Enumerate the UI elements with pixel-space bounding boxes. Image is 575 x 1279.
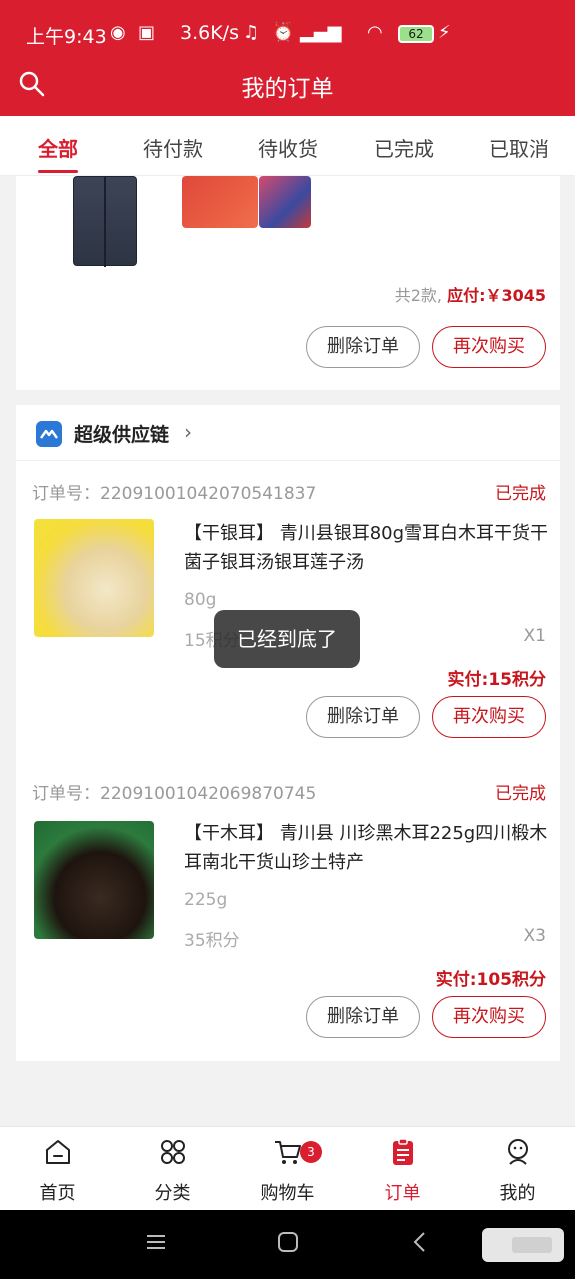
app-header: 上午9:43 ◉ ▣ 3.6K/s ♫ ⏰ ▂▄▆ ◠ 62 ⚡ 我的订单 [0, 0, 575, 116]
back-icon[interactable] [408, 1230, 432, 1254]
tab-all[interactable]: 全部 [38, 133, 78, 162]
shop-header[interactable]: 超级供应链 › [16, 405, 560, 461]
page-title: 我的订单 [241, 76, 334, 102]
order-number: 订单号：22091001042069870745 [32, 784, 317, 804]
signal-icon: ▂▄▆ [300, 22, 342, 43]
tab-pending-payment[interactable]: 待付款 [143, 133, 203, 162]
charging-icon: ⚡ [438, 22, 451, 43]
end-of-list-toast: 已经到底了 [214, 610, 360, 668]
nav-label: 购物车 [260, 1183, 315, 1204]
nav-label: 分类 [154, 1183, 191, 1204]
profile-icon [508, 1139, 528, 1165]
status-time: 上午9:43 [26, 26, 107, 48]
nav-label: 首页 [39, 1183, 76, 1204]
order-summary: 共2款, 应付:￥3045 [395, 282, 546, 306]
product-image-gift-set[interactable] [259, 176, 311, 228]
status-bar: 上午9:43 ◉ ▣ 3.6K/s ♫ ⏰ ▂▄▆ ◠ 62 ⚡ [0, 0, 575, 64]
active-tab-indicator [38, 170, 78, 173]
nav-label: 我的 [499, 1183, 536, 1204]
product-quantity: X1 [523, 626, 546, 646]
shop-logo-icon [36, 421, 62, 447]
product-quantity: X3 [523, 926, 546, 946]
cart-badge: 3 [300, 1141, 322, 1163]
order-status: 已完成 [495, 484, 546, 504]
order-icon [393, 1138, 413, 1165]
shop-name: 超级供应链 [74, 424, 170, 446]
battery-indicator: 62 [398, 25, 434, 43]
order-card: 共2款, 应付:￥3045 删除订单 再次购买 [16, 176, 560, 390]
rebuy-button[interactable]: 再次购买 [432, 996, 546, 1038]
product-spec: 80g [184, 590, 217, 610]
paid-amount: 实付:105积分 [435, 970, 546, 990]
menu-icon[interactable] [144, 1230, 168, 1254]
bottom-navigation: 首页 分类 3 购物车 订单 我的 [0, 1126, 575, 1210]
product-image-black-fungus[interactable] [34, 821, 154, 939]
chevron-right-icon: › [184, 420, 192, 444]
product-image-gift-box[interactable] [182, 176, 258, 228]
product-image-tremella[interactable] [34, 519, 154, 637]
nav-home[interactable]: 首页 [0, 1127, 115, 1211]
nav-label: 订单 [384, 1183, 421, 1204]
nav-orders[interactable]: 订单 [345, 1127, 460, 1211]
tab-completed[interactable]: 已完成 [374, 133, 434, 162]
nav-category[interactable]: 分类 [115, 1127, 230, 1211]
app-notification-icon: ▣ [138, 22, 156, 43]
delete-order-button[interactable]: 删除订单 [306, 996, 420, 1038]
product-title[interactable]: 【干木耳】 青川县 川珍黑木耳225g四川椴木耳南北干货山珍土特产 [184, 819, 554, 877]
payable-amount: 应付:￥3045 [447, 286, 546, 305]
home-button-icon[interactable] [276, 1230, 300, 1254]
shop-order-card: 超级供应链 › 订单号：22091001042070541837 已完成 【干银… [16, 405, 560, 1061]
tab-cancelled[interactable]: 已取消 [489, 133, 549, 162]
order-number: 订单号：22091001042070541837 [32, 484, 317, 504]
delete-order-button[interactable]: 删除订单 [306, 326, 420, 368]
qq-icon: ◉ [110, 22, 126, 43]
nav-cart[interactable]: 3 购物车 [230, 1127, 345, 1211]
nav-profile[interactable]: 我的 [460, 1127, 575, 1211]
product-image-fridge[interactable] [73, 176, 137, 267]
product-spec: 225g [184, 890, 228, 910]
cart-icon [275, 1141, 301, 1164]
category-icon [161, 1140, 185, 1164]
paid-amount: 实付:15积分 [447, 670, 546, 690]
product-points: 35积分 [184, 931, 240, 951]
system-navigation-bar [0, 1210, 575, 1279]
watermark-logo-icon [482, 1228, 564, 1262]
delete-order-button[interactable]: 删除订单 [306, 696, 420, 738]
order-tabs: 全部 待付款 待收货 已完成 已取消 [0, 116, 575, 176]
product-title[interactable]: 【干银耳】 青川县银耳80g雪耳白木耳干货干菌子银耳汤银耳莲子汤 [184, 519, 554, 577]
alarm-icon: ⏰ [272, 22, 295, 43]
headphone-icon: ♫ [243, 22, 260, 43]
wifi-icon: ◠ [367, 22, 383, 43]
rebuy-button[interactable]: 再次购买 [432, 326, 546, 368]
order-status: 已完成 [495, 784, 546, 804]
tab-pending-receipt[interactable]: 待收货 [258, 133, 318, 162]
home-icon [46, 1140, 70, 1164]
item-count: 共2款, [394, 286, 442, 305]
network-speed: 3.6K/s [180, 22, 239, 44]
rebuy-button[interactable]: 再次购买 [432, 696, 546, 738]
